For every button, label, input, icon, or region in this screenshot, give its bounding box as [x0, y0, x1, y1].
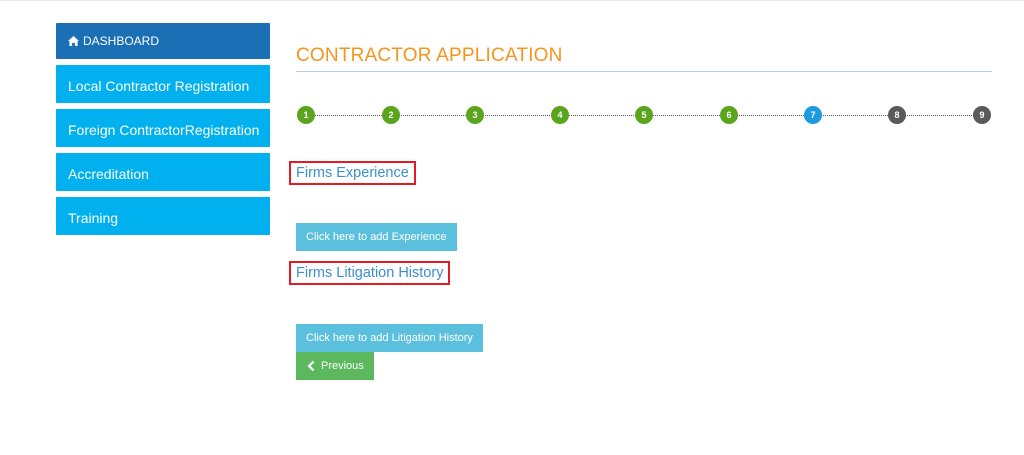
- previous-button-label: Previous: [321, 360, 364, 372]
- step-progress: 1 2 3 4 5 6 7 8 9: [296, 105, 992, 125]
- step-8[interactable]: 8: [888, 106, 906, 124]
- add-experience-button[interactable]: Click here to add Experience: [296, 223, 457, 251]
- sidebar-item-label: Foreign ContractorRegistration: [68, 122, 260, 138]
- sidebar-item-training[interactable]: Training: [56, 197, 270, 235]
- firms-litigation-history-heading: Firms Litigation History: [289, 261, 451, 285]
- home-icon: [68, 36, 79, 46]
- sidebar-item-label: Accreditation: [68, 166, 149, 182]
- step-1[interactable]: 1: [297, 106, 315, 124]
- sidebar-item-local-contractor-registration[interactable]: Local Contractor Registration: [56, 65, 270, 103]
- sidebar-item-foreign-contractor-registration[interactable]: Foreign ContractorRegistration: [56, 109, 270, 147]
- sidebar-item-label: Training: [68, 210, 119, 226]
- add-litigation-history-button[interactable]: Click here to add Litigation History: [296, 324, 483, 352]
- step-7[interactable]: 7: [804, 106, 822, 124]
- previous-button[interactable]: Previous: [296, 352, 374, 380]
- step-3[interactable]: 3: [466, 106, 484, 124]
- sidebar-nav: DASHBOARD Local Contractor Registration …: [56, 23, 270, 241]
- step-9[interactable]: 9: [973, 106, 991, 124]
- firms-experience-heading: Firms Experience: [289, 161, 416, 185]
- step-2[interactable]: 2: [382, 106, 400, 124]
- step-6[interactable]: 6: [720, 106, 738, 124]
- sidebar-item-dashboard[interactable]: DASHBOARD: [56, 23, 270, 59]
- sidebar-item-accreditation[interactable]: Accreditation: [56, 153, 270, 191]
- page-title: CONTRACTOR APPLICATION: [296, 45, 992, 72]
- step-5[interactable]: 5: [635, 106, 653, 124]
- sidebar-item-label: Local Contractor Registration: [68, 78, 250, 94]
- chevron-left-icon: [307, 361, 315, 371]
- sidebar-item-label: DASHBOARD: [83, 34, 160, 48]
- step-4[interactable]: 4: [551, 106, 569, 124]
- main-content: CONTRACTOR APPLICATION 1 2 3 4 5 6 7 8 9…: [289, 45, 992, 380]
